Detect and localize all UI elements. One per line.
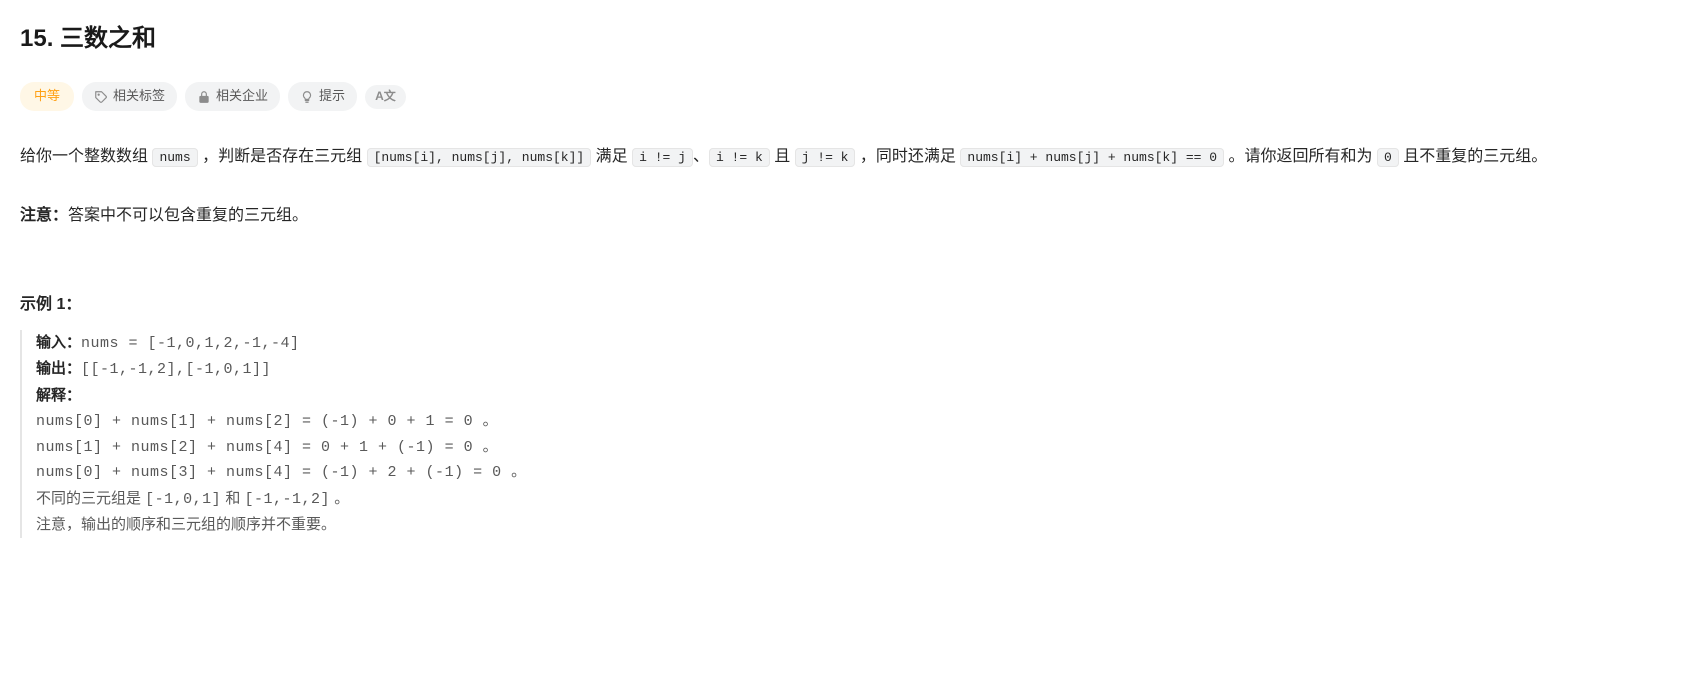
related-companies-button[interactable]: 相关企业: [185, 82, 280, 111]
desc-text: ，同时还满足: [855, 148, 960, 165]
code-sumzero: nums[i] + nums[j] + nums[k] == 0: [960, 148, 1224, 167]
input-label: 输入：: [36, 334, 81, 351]
hints-button[interactable]: 提示: [288, 82, 357, 111]
explain-4code2: [-1,-1,2]: [245, 491, 331, 508]
note-line: 注意：答案中不可以包含重复的三元组。: [20, 200, 1682, 232]
desc-text: 且不重复的三元组。: [1399, 148, 1547, 165]
code-inek: i != k: [709, 148, 770, 167]
translate-icon: A文: [375, 90, 396, 104]
explain-line-1: nums[0] + nums[1] + nums[2] = (-1) + 0 +…: [36, 409, 1682, 435]
difficulty-tag[interactable]: 中等: [20, 82, 74, 111]
related-tags-label: 相关标签: [113, 86, 165, 107]
code-zero: 0: [1377, 148, 1399, 167]
related-companies-label: 相关企业: [216, 86, 268, 107]
desc-text: 给你一个整数数组: [20, 148, 152, 165]
explain-4a: 不同的三元组是: [36, 490, 145, 507]
explain-line-2: nums[1] + nums[2] + nums[4] = 0 + 1 + (-…: [36, 435, 1682, 461]
code-jnek: j != k: [795, 148, 856, 167]
explain-4code1: [-1,0,1]: [145, 491, 221, 508]
related-tags-button[interactable]: 相关标签: [82, 82, 177, 111]
problem-description: 给你一个整数数组 nums ，判断是否存在三元组 [nums[i], nums[…: [20, 135, 1682, 180]
note-text: 答案中不可以包含重复的三元组。: [68, 207, 308, 224]
code-triplet: [nums[i], nums[j], nums[k]]: [367, 148, 592, 167]
translate-button[interactable]: A文: [365, 85, 406, 109]
input-value: nums = [-1,0,1,2,-1,-4]: [81, 335, 300, 352]
explain-4c: 。: [330, 490, 349, 507]
example-1-block: 输入：nums = [-1,0,1,2,-1,-4] 输出：[[-1,-1,2]…: [20, 330, 1682, 538]
explain-line-5: 注意，输出的顺序和三元组的顺序并不重要。: [36, 512, 1682, 538]
problem-title: 15. 三数之和: [20, 20, 1682, 58]
lightbulb-icon: [300, 90, 314, 104]
tag-icon: [94, 90, 108, 104]
hints-label: 提示: [319, 86, 345, 107]
desc-text: ，判断是否存在三元组: [198, 148, 367, 165]
desc-text: 。请你返回所有和为: [1224, 148, 1377, 165]
tags-row: 中等 相关标签 相关企业 提示 A文: [20, 82, 1682, 111]
desc-text: 、: [693, 148, 709, 165]
code-nums: nums: [152, 148, 197, 167]
desc-text: 满足: [591, 148, 632, 165]
example-1-heading: 示例 1：: [20, 292, 1682, 318]
explain-label: 解释：: [36, 387, 81, 404]
example-output-row: 输出：[[-1,-1,2],[-1,0,1]]: [36, 356, 1682, 383]
code-inej: i != j: [632, 148, 693, 167]
note-label: 注意：: [20, 207, 68, 224]
output-value: [[-1,-1,2],[-1,0,1]]: [81, 361, 271, 378]
explain-4b: 和: [221, 490, 244, 507]
lock-icon: [197, 90, 211, 104]
example-explain-row: 解释：: [36, 383, 1682, 410]
desc-text: 且: [770, 148, 795, 165]
explain-line-4: 不同的三元组是 [-1,0,1] 和 [-1,-1,2] 。: [36, 486, 1682, 513]
explain-line-3: nums[0] + nums[3] + nums[4] = (-1) + 2 +…: [36, 460, 1682, 486]
example-input-row: 输入：nums = [-1,0,1,2,-1,-4]: [36, 330, 1682, 357]
output-label: 输出：: [36, 360, 81, 377]
